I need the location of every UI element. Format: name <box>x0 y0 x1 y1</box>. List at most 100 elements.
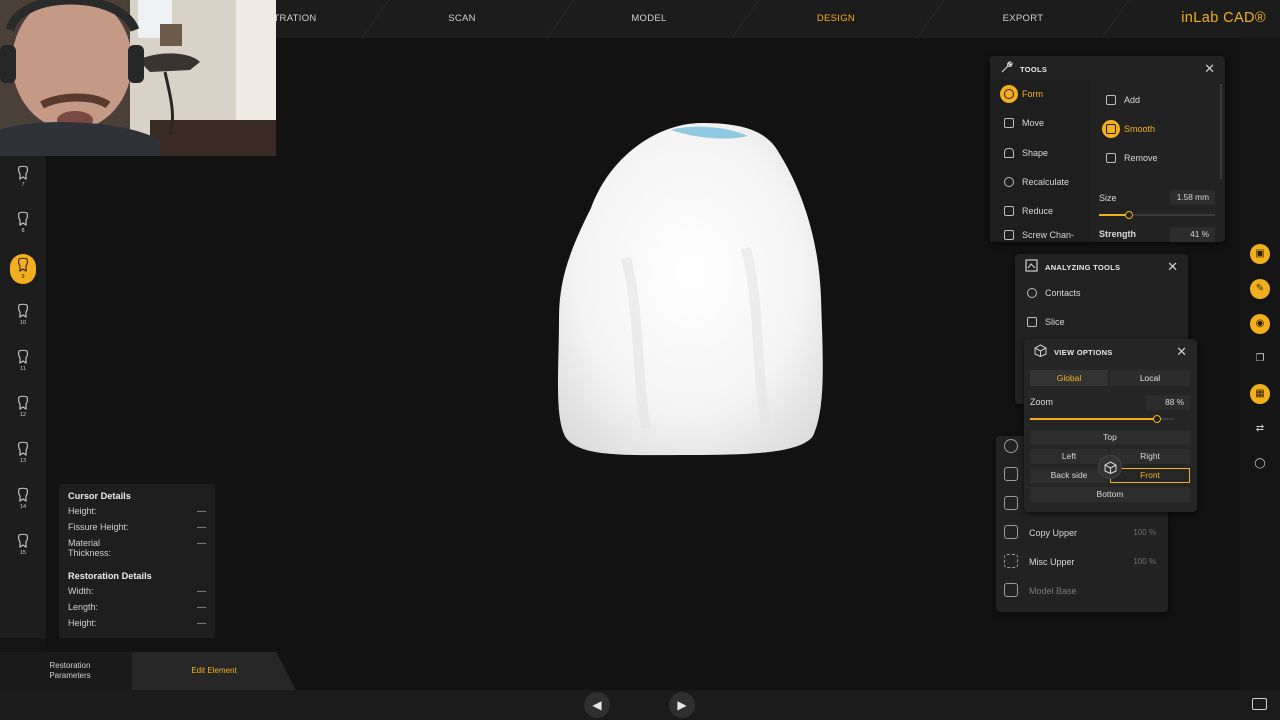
tooth-icon <box>18 441 28 457</box>
view-options-panel: VIEW OPTIONS ✕ Global Local Zoom 88 % To… <box>1024 339 1197 512</box>
tooth-icon <box>18 257 28 273</box>
right-tool-rail: ▣ ✎ ◉ ❐ ▦ ⇄ ◯ <box>1240 38 1280 690</box>
copy-icon[interactable]: ❐ <box>1250 349 1270 369</box>
tooth-13-button[interactable]: 13 <box>10 438 36 468</box>
mode-label: Add <box>1124 95 1141 105</box>
tool-label: Form <box>1022 89 1043 99</box>
tooth-11-button[interactable]: 11 <box>10 346 36 376</box>
view-front-button[interactable]: Front <box>1110 468 1190 483</box>
tool-shape[interactable]: Shape <box>996 142 1086 164</box>
scrollbar[interactable] <box>1220 84 1222 179</box>
global-toggle[interactable]: Global <box>1030 370 1108 386</box>
detail-value: --- <box>197 586 206 596</box>
view-top-button[interactable]: Top <box>1030 430 1190 445</box>
layer-row-misc-upper[interactable]: Misc Upper 100 % <box>996 549 1168 575</box>
tool-recalculate[interactable]: Recalculate <box>996 171 1086 193</box>
tooth-8-button[interactable]: 8 <box>10 208 36 238</box>
step-design[interactable]: DESIGN <box>796 0 876 38</box>
next-button[interactable]: ▶ <box>669 692 695 718</box>
detail-value: --- <box>197 538 206 548</box>
bottom-bar: ◀ ▶ <box>0 690 1280 720</box>
arch-icon <box>1004 554 1018 568</box>
strength-value[interactable]: 41 % <box>1170 227 1215 242</box>
size-slider-knob[interactable] <box>1125 211 1134 219</box>
view-back-button[interactable]: Back side <box>1030 468 1108 483</box>
tooth-number: 11 <box>20 366 26 372</box>
tool-reduce[interactable]: Reduce <box>996 200 1086 222</box>
eye-icon[interactable] <box>1004 439 1018 453</box>
size-value[interactable]: 1.58 mm <box>1170 190 1215 205</box>
tooth-number: 13 <box>19 458 27 464</box>
reduce-icon <box>1000 202 1018 220</box>
layer-percent[interactable]: 100 % <box>1133 528 1156 537</box>
view-bottom-button[interactable]: Bottom <box>1030 487 1190 502</box>
tool-slice[interactable]: Slice <box>1019 311 1179 333</box>
view-right-button[interactable]: Right <box>1110 449 1190 464</box>
tooth-15-button[interactable]: 15 <box>10 530 36 560</box>
pencil-icon[interactable]: ✎ <box>1250 279 1270 299</box>
tab-edit-element[interactable]: Edit Element <box>132 652 296 690</box>
tab-restoration-parameters[interactable]: Restoration Parameters <box>0 652 140 690</box>
tool-screw-channel[interactable]: Screw Chan- <box>996 224 1086 242</box>
analyze-icon[interactable]: ▦ <box>1250 384 1270 404</box>
tool-label: Contacts <box>1045 288 1081 298</box>
tools-panel: TOOLS ✕ Form Move Shape Recalculate Redu… <box>990 56 1225 242</box>
size-label: Size <box>1099 193 1117 203</box>
step-model[interactable]: MODEL <box>609 0 689 38</box>
analyze-icon <box>1025 259 1038 272</box>
detail-row: Width: --- <box>68 586 206 602</box>
local-toggle[interactable]: Local <box>1110 370 1190 386</box>
tooth-number: 15 <box>19 550 27 556</box>
step-divider <box>916 0 945 38</box>
tooth-model[interactable] <box>551 118 826 458</box>
step-export[interactable]: EXPORT <box>983 0 1063 38</box>
tooth-14-button[interactable]: 14 <box>10 484 36 514</box>
transfer-icon[interactable]: ⇄ <box>1250 419 1270 439</box>
tool-form[interactable]: Form <box>996 83 1086 105</box>
step-divider <box>731 0 760 38</box>
detail-label: Width: <box>68 586 94 596</box>
step-scan[interactable]: SCAN <box>422 0 502 38</box>
detail-value: --- <box>197 522 206 532</box>
chat-icon[interactable] <box>1252 698 1267 710</box>
jaw-icon[interactable]: ◯ <box>1250 454 1270 474</box>
tooth-icon <box>18 303 28 319</box>
phase-tabs: Restoration Parameters Edit Element <box>0 652 300 690</box>
mode-add[interactable]: Add <box>1098 89 1188 111</box>
tooth-icon <box>18 211 28 227</box>
close-icon[interactable]: ✕ <box>1204 61 1215 77</box>
form-icon <box>1000 85 1018 103</box>
tooth-7-button[interactable]: 7 <box>10 162 36 192</box>
tool-label: Move <box>1022 118 1045 128</box>
view-cube-button[interactable] <box>1098 455 1122 479</box>
mode-smooth[interactable]: Smooth <box>1098 118 1188 140</box>
tool-move[interactable]: Move <box>996 112 1086 134</box>
step-divider <box>546 0 575 38</box>
tools-title: TOOLS <box>1020 65 1048 74</box>
layer-percent[interactable]: 100 % <box>1133 557 1156 566</box>
view-left-button[interactable]: Left <box>1030 449 1108 464</box>
mode-remove[interactable]: Remove <box>1098 147 1188 169</box>
zoom-slider-knob[interactable] <box>1152 415 1161 423</box>
close-icon[interactable]: ✕ <box>1176 344 1187 360</box>
tooth-10-button[interactable]: 10 <box>10 300 36 330</box>
tooth-12-button[interactable]: 12 <box>10 392 36 422</box>
zoom-value[interactable]: 88 % <box>1146 395 1190 410</box>
previous-button[interactable]: ◀ <box>584 692 610 718</box>
layer-row-copy-upper[interactable]: Copy Upper 100 % <box>996 520 1168 546</box>
cube-icon[interactable]: ▣ <box>1250 244 1270 264</box>
tool-label: Recalculate <box>1022 177 1070 187</box>
close-icon[interactable]: ✕ <box>1167 259 1178 275</box>
detail-value: --- <box>197 602 206 612</box>
strength-label: Strength <box>1099 229 1136 239</box>
analyzing-tools-title: ANALYZING TOOLS <box>1045 263 1121 272</box>
tooth-number: 12 <box>19 412 27 418</box>
zoom-slider[interactable] <box>1030 415 1174 423</box>
tool-contacts[interactable]: Contacts <box>1019 282 1179 304</box>
eye-icon[interactable]: ◉ <box>1250 314 1270 334</box>
tooth-9-button[interactable]: 9 <box>10 254 36 284</box>
view-options-title: VIEW OPTIONS <box>1054 348 1113 357</box>
step-divider <box>361 0 390 38</box>
size-slider[interactable] <box>1099 211 1215 219</box>
layer-row-model-base[interactable]: Model Base <box>996 578 1168 604</box>
